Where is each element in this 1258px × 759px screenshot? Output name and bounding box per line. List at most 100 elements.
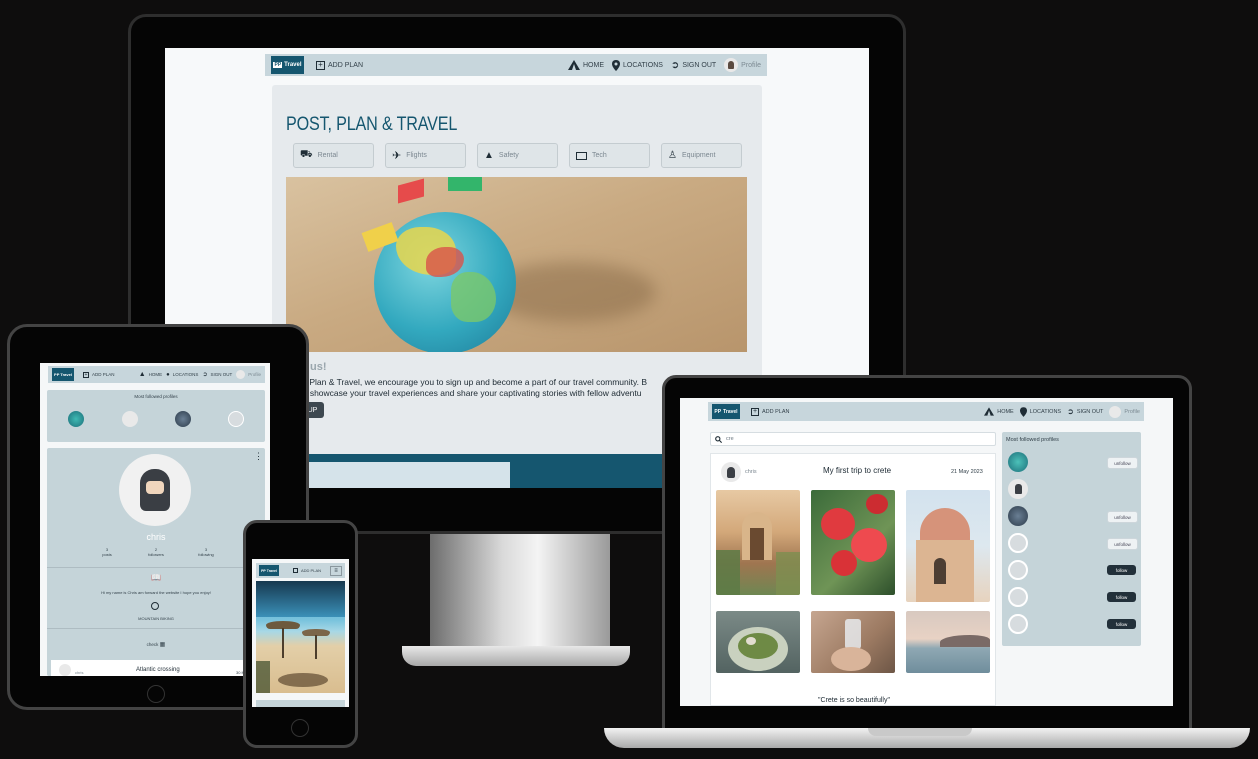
nav-add-plan[interactable]: + ADD PLAN bbox=[751, 407, 790, 416]
nav-add-plan[interactable]: + ADD PLAN bbox=[316, 60, 363, 70]
tent-icon: ▲ bbox=[138, 371, 146, 378]
nav-add-plan[interactable]: + ADD PLAN bbox=[83, 371, 115, 378]
more-options-icon[interactable]: ⋮ bbox=[254, 452, 263, 461]
profile-bio: Hi my name is Chris am forward the websi… bbox=[101, 590, 211, 595]
sign-out-icon: ➲ bbox=[1067, 407, 1074, 416]
category-equipment[interactable]: ♙ Equipment bbox=[661, 143, 742, 168]
search-bar[interactable]: cre bbox=[710, 432, 996, 446]
nav-locations-label: LOCATIONS bbox=[622, 61, 663, 69]
checks-label: check bbox=[146, 642, 159, 647]
profile-row: unfollow bbox=[1002, 504, 1141, 526]
follow-button[interactable]: follow bbox=[1107, 565, 1136, 575]
post-author-avatar bbox=[59, 664, 71, 676]
hero-title: POST, PLAN & TRAVEL bbox=[286, 114, 458, 135]
nav-sign-out[interactable]: ➲ SIGN OUT bbox=[671, 60, 716, 71]
category-flights[interactable]: ✈ Flights bbox=[385, 143, 466, 168]
profile-avatar[interactable] bbox=[1008, 560, 1028, 580]
profile-avatar[interactable] bbox=[1008, 452, 1028, 472]
post-author[interactable]: chris bbox=[745, 469, 757, 475]
profile-avatar[interactable] bbox=[1008, 506, 1028, 526]
map-pin-icon: ● bbox=[166, 371, 170, 378]
nav-sign-out[interactable]: ➲ SIGN OUT bbox=[1067, 407, 1103, 416]
stat-following: 3 following bbox=[195, 547, 217, 557]
search-icon bbox=[715, 435, 722, 443]
tablet-post-header[interactable]: chris Atlantic crossing 30 M bbox=[51, 660, 265, 676]
followed-avatar[interactable] bbox=[228, 411, 244, 427]
unfollow-button[interactable]: unfollow bbox=[1107, 457, 1138, 469]
most-followed-title: Most followed profiles bbox=[134, 394, 178, 399]
profile-avatar[interactable] bbox=[1008, 533, 1028, 553]
nav-add-plan[interactable]: ADD PLAN bbox=[293, 568, 321, 573]
post-photo-coast[interactable] bbox=[906, 611, 990, 673]
brand-logo[interactable]: PP Travel bbox=[271, 56, 304, 74]
post-photo-courtyard[interactable] bbox=[716, 490, 800, 595]
nav-profile[interactable]: Profile bbox=[724, 58, 761, 72]
followed-avatar[interactable] bbox=[68, 411, 84, 427]
nav-locations[interactable]: ● LOCATIONS bbox=[166, 372, 198, 378]
laptop-screen: PP Travel + ADD PLAN HOME LOCATIONS ➲ SIGN… bbox=[680, 398, 1173, 706]
nav-home[interactable]: HOME bbox=[984, 407, 1014, 416]
nav-home-label: HOME bbox=[148, 372, 163, 377]
plane-icon: ✈ bbox=[392, 150, 402, 162]
nav-sign-out[interactable]: ➲ SIGN OUT bbox=[202, 371, 232, 378]
brand-logo[interactable]: PP Travel bbox=[52, 368, 74, 381]
profile-avatar[interactable] bbox=[1008, 587, 1028, 607]
nav-profile[interactable]: Profile bbox=[236, 370, 261, 379]
category-rental[interactable]: ⛟ Rental bbox=[293, 143, 374, 168]
book-icon: 📖 bbox=[151, 573, 161, 582]
nav-add-plan-label: ADD PLAN bbox=[92, 372, 115, 377]
nav-profile[interactable]: Profile bbox=[1109, 405, 1140, 418]
laptop-icon bbox=[576, 151, 587, 160]
tent-icon bbox=[567, 60, 580, 70]
nav-locations[interactable]: LOCATIONS bbox=[611, 59, 663, 71]
interest-icon bbox=[151, 602, 159, 610]
profile-avatar bbox=[236, 370, 246, 379]
follow-button[interactable]: follow bbox=[1107, 592, 1136, 602]
tablet-screen: PP Travel + ADD PLAN ▲ HOME ● LOCATIONS ➲ SI… bbox=[40, 363, 270, 676]
brand-logo[interactable]: PP Travel bbox=[259, 565, 279, 576]
nav-home[interactable]: HOME bbox=[567, 60, 604, 70]
brand-logo[interactable]: PP Travel bbox=[712, 404, 740, 419]
nav-add-plan-label: ADD PLAN bbox=[301, 568, 322, 573]
menu-toggle-icon[interactable]: ≡ bbox=[330, 565, 342, 576]
stat-posts: 3 posts bbox=[97, 547, 117, 557]
category-label: Equipment bbox=[681, 152, 716, 159]
plus-square-icon: + bbox=[316, 60, 325, 70]
most-followed-sidebar: Most followed profiles unfollow unfollow… bbox=[1002, 432, 1141, 646]
divider bbox=[47, 628, 265, 629]
post-photo-flowers[interactable] bbox=[811, 490, 895, 595]
profile-interest: MOUNTAIN BIKING bbox=[138, 616, 174, 621]
profile-avatar[interactable] bbox=[1008, 614, 1028, 634]
category-tech[interactable]: Tech bbox=[569, 143, 650, 168]
profile-avatar[interactable] bbox=[1008, 479, 1028, 499]
tablet-home-button bbox=[147, 685, 165, 703]
plus-square-icon: + bbox=[751, 407, 759, 416]
monitor-stand-neck bbox=[430, 534, 610, 652]
tablet-navbar: PP Travel + ADD PLAN ▲ HOME ● LOCATIONS ➲ SI… bbox=[48, 366, 265, 383]
post-photo-dome[interactable] bbox=[906, 490, 990, 602]
nav-add-plan-label: ADD PLAN bbox=[762, 408, 790, 415]
monitor-navbar: PP Travel + ADD PLAN HOME LOCATIONS ➲ SI… bbox=[265, 54, 767, 76]
nav-profile-label: Profile bbox=[1124, 408, 1140, 415]
nav-home[interactable]: ▲ HOME bbox=[139, 371, 162, 378]
followed-avatar[interactable] bbox=[175, 411, 191, 427]
nav-sign-out-label: SIGN OUT bbox=[682, 61, 717, 69]
bell-icon: ▲ bbox=[484, 150, 494, 161]
unfollow-button[interactable]: unfollow bbox=[1107, 511, 1138, 523]
unfollow-button[interactable]: unfollow bbox=[1107, 538, 1138, 550]
category-safety[interactable]: ▲ Safety bbox=[477, 143, 558, 168]
post-caption: "Crete is so beautifully" bbox=[818, 697, 890, 704]
nav-home-label: HOME bbox=[582, 61, 604, 69]
nav-locations[interactable]: LOCATIONS bbox=[1019, 406, 1061, 417]
post-photo-salad[interactable] bbox=[716, 611, 800, 673]
logo-word: Travel bbox=[266, 568, 277, 573]
search-input[interactable]: cre bbox=[726, 436, 734, 442]
monitor-stand-base bbox=[402, 646, 630, 666]
profile-row: unfollow bbox=[1002, 531, 1141, 553]
intro-line-1: st, Plan & Travel, we encourage you to s… bbox=[298, 377, 647, 387]
follow-button[interactable]: follow bbox=[1107, 619, 1136, 629]
post-photo-drink[interactable] bbox=[811, 611, 895, 673]
post-author-avatar[interactable] bbox=[721, 462, 741, 482]
map-pin-icon bbox=[611, 59, 620, 71]
followed-avatar[interactable] bbox=[122, 411, 138, 427]
